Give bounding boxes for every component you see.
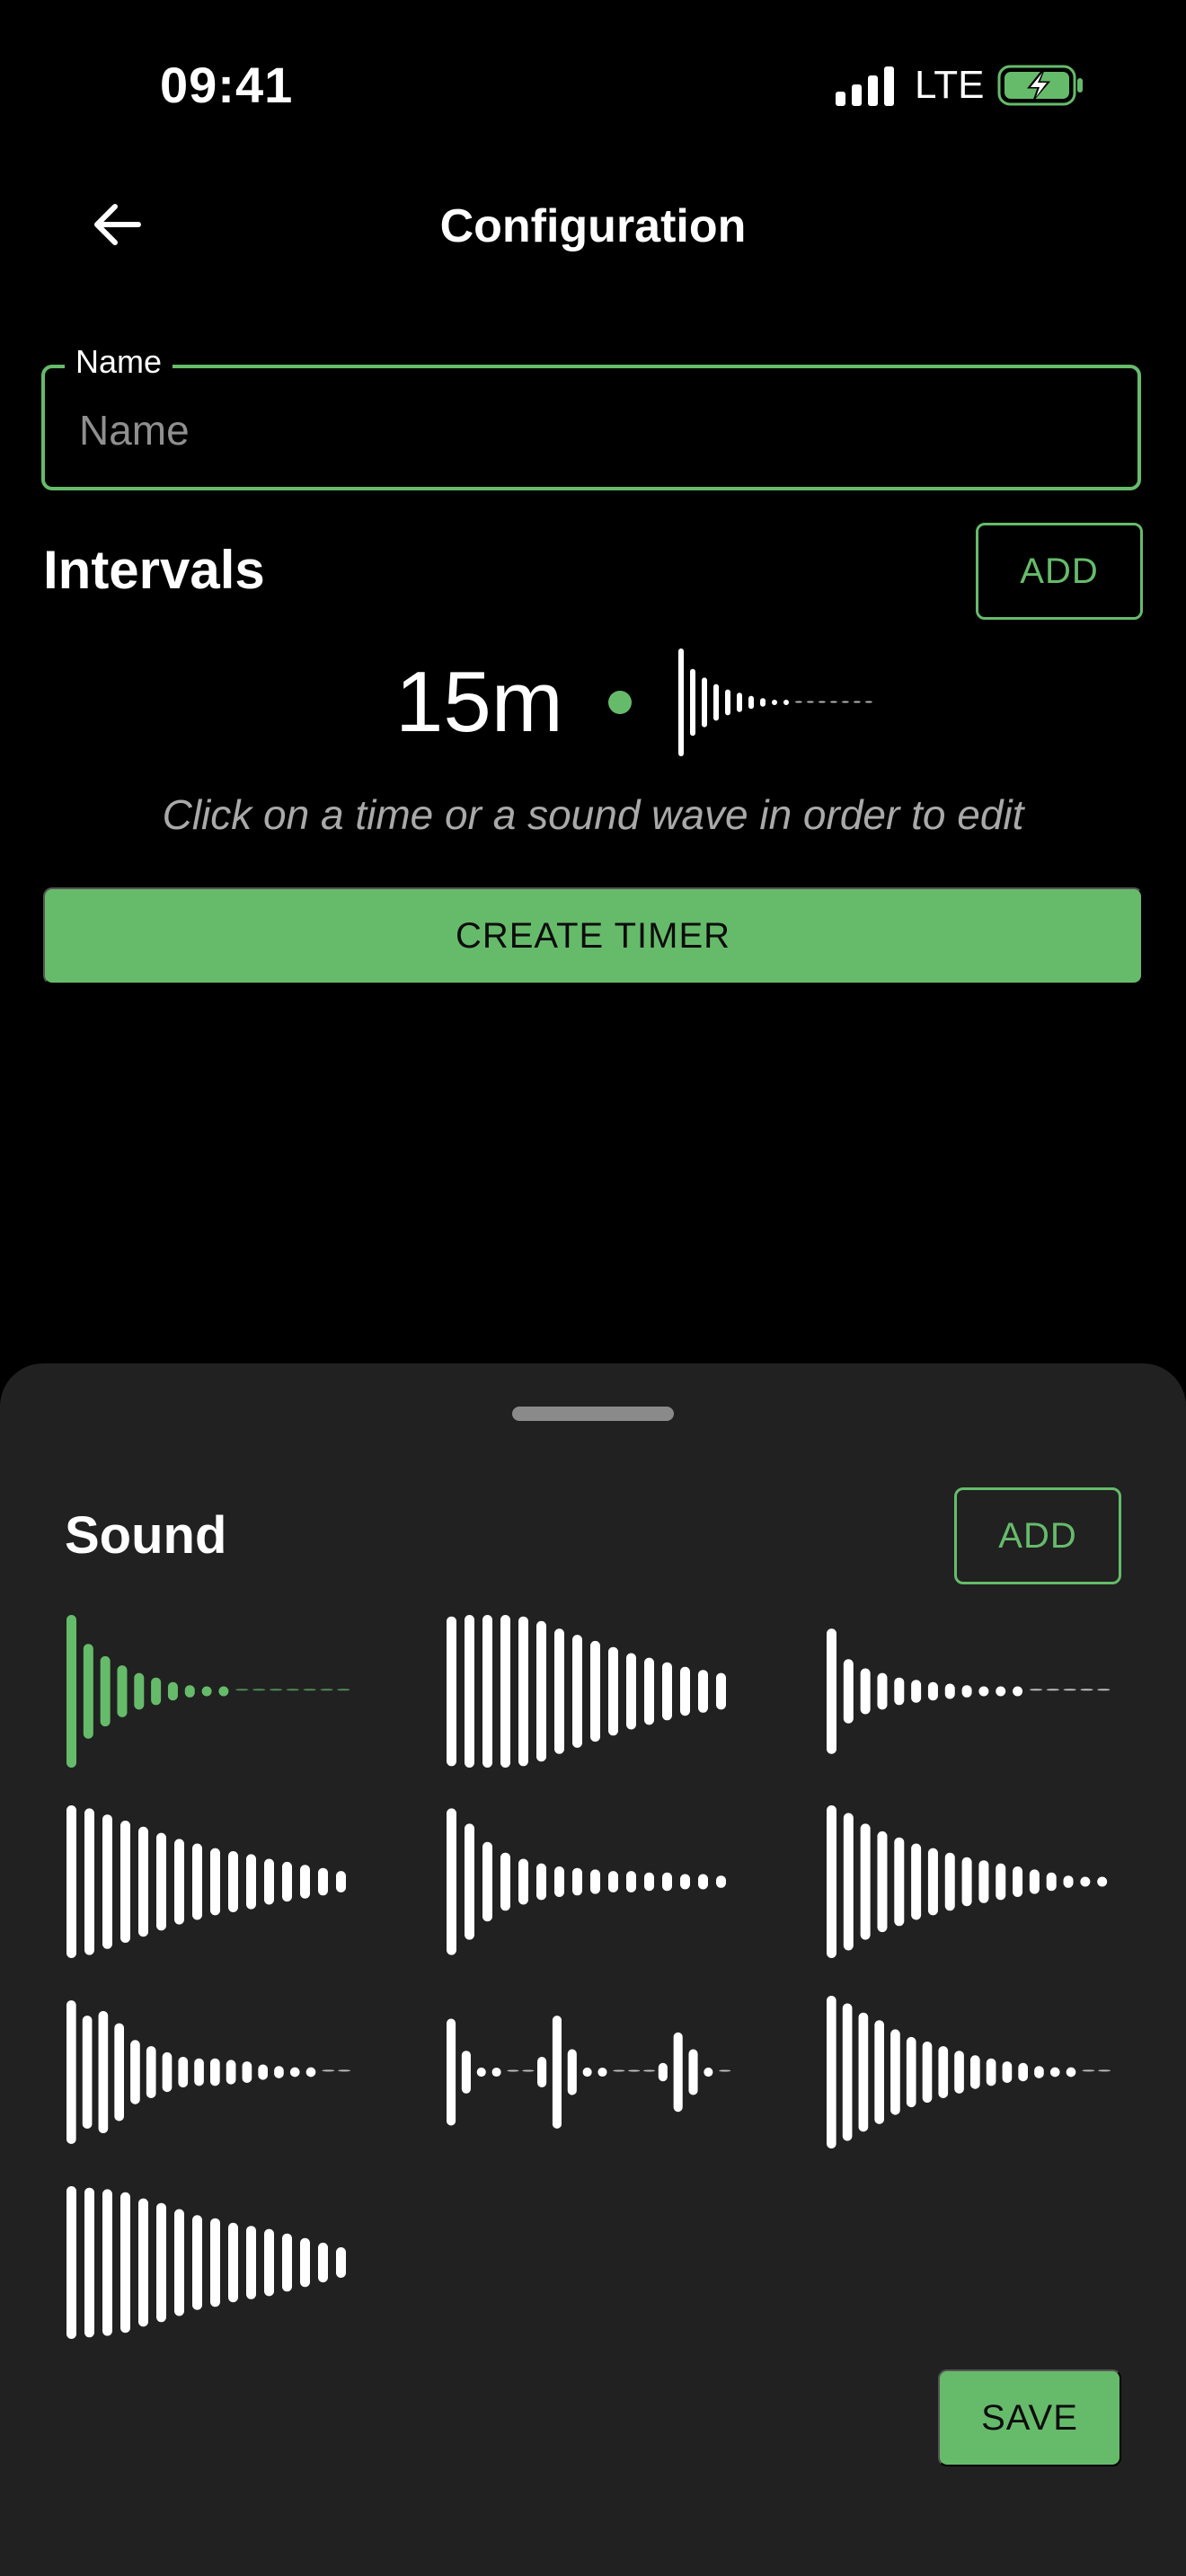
sound-option-4[interactable]	[65, 1805, 361, 1958]
name-field[interactable]	[41, 365, 1141, 490]
sound-option-8[interactable]	[445, 1996, 741, 2148]
add-interval-button[interactable]: ADD	[976, 523, 1143, 620]
sound-sheet: Sound ADD SAVE	[0, 1363, 1186, 2576]
sound-option-6[interactable]	[825, 1805, 1121, 1958]
sound-option-2[interactable]	[445, 1615, 741, 1768]
sound-title: Sound	[65, 1506, 227, 1565]
interval-sound-wave[interactable]	[677, 648, 874, 756]
sound-option-3[interactable]	[825, 1615, 1121, 1768]
sound-option-10[interactable]	[65, 2186, 361, 2339]
save-button[interactable]: SAVE	[938, 2369, 1121, 2466]
sound-option-1[interactable]	[65, 1615, 361, 1768]
battery-charging-icon	[997, 65, 1083, 106]
interval-separator-dot	[607, 691, 632, 714]
sound-option-7[interactable]	[65, 1996, 361, 2148]
status-bar: 09:41 LTE	[0, 0, 1186, 171]
edit-hint: Click on a time or a sound wave in order…	[162, 791, 1024, 838]
network-label: LTE	[915, 63, 985, 107]
sound-option-9[interactable]	[825, 1996, 1121, 2148]
page-title: Configuration	[439, 200, 747, 252]
name-field-label: Name	[65, 343, 173, 381]
interval-time[interactable]: 15m	[395, 653, 563, 752]
intervals-title: Intervals	[43, 540, 265, 600]
interval-item: 15m	[395, 648, 874, 756]
signal-icon	[836, 66, 894, 106]
add-sound-button[interactable]: ADD	[954, 1487, 1121, 1584]
status-time: 09:41	[160, 57, 294, 113]
sheet-drag-handle[interactable]	[512, 1407, 674, 1421]
name-input[interactable]	[77, 393, 1105, 467]
create-timer-button[interactable]: CREATE TIMER	[43, 887, 1143, 984]
sound-option-5[interactable]	[445, 1805, 741, 1958]
